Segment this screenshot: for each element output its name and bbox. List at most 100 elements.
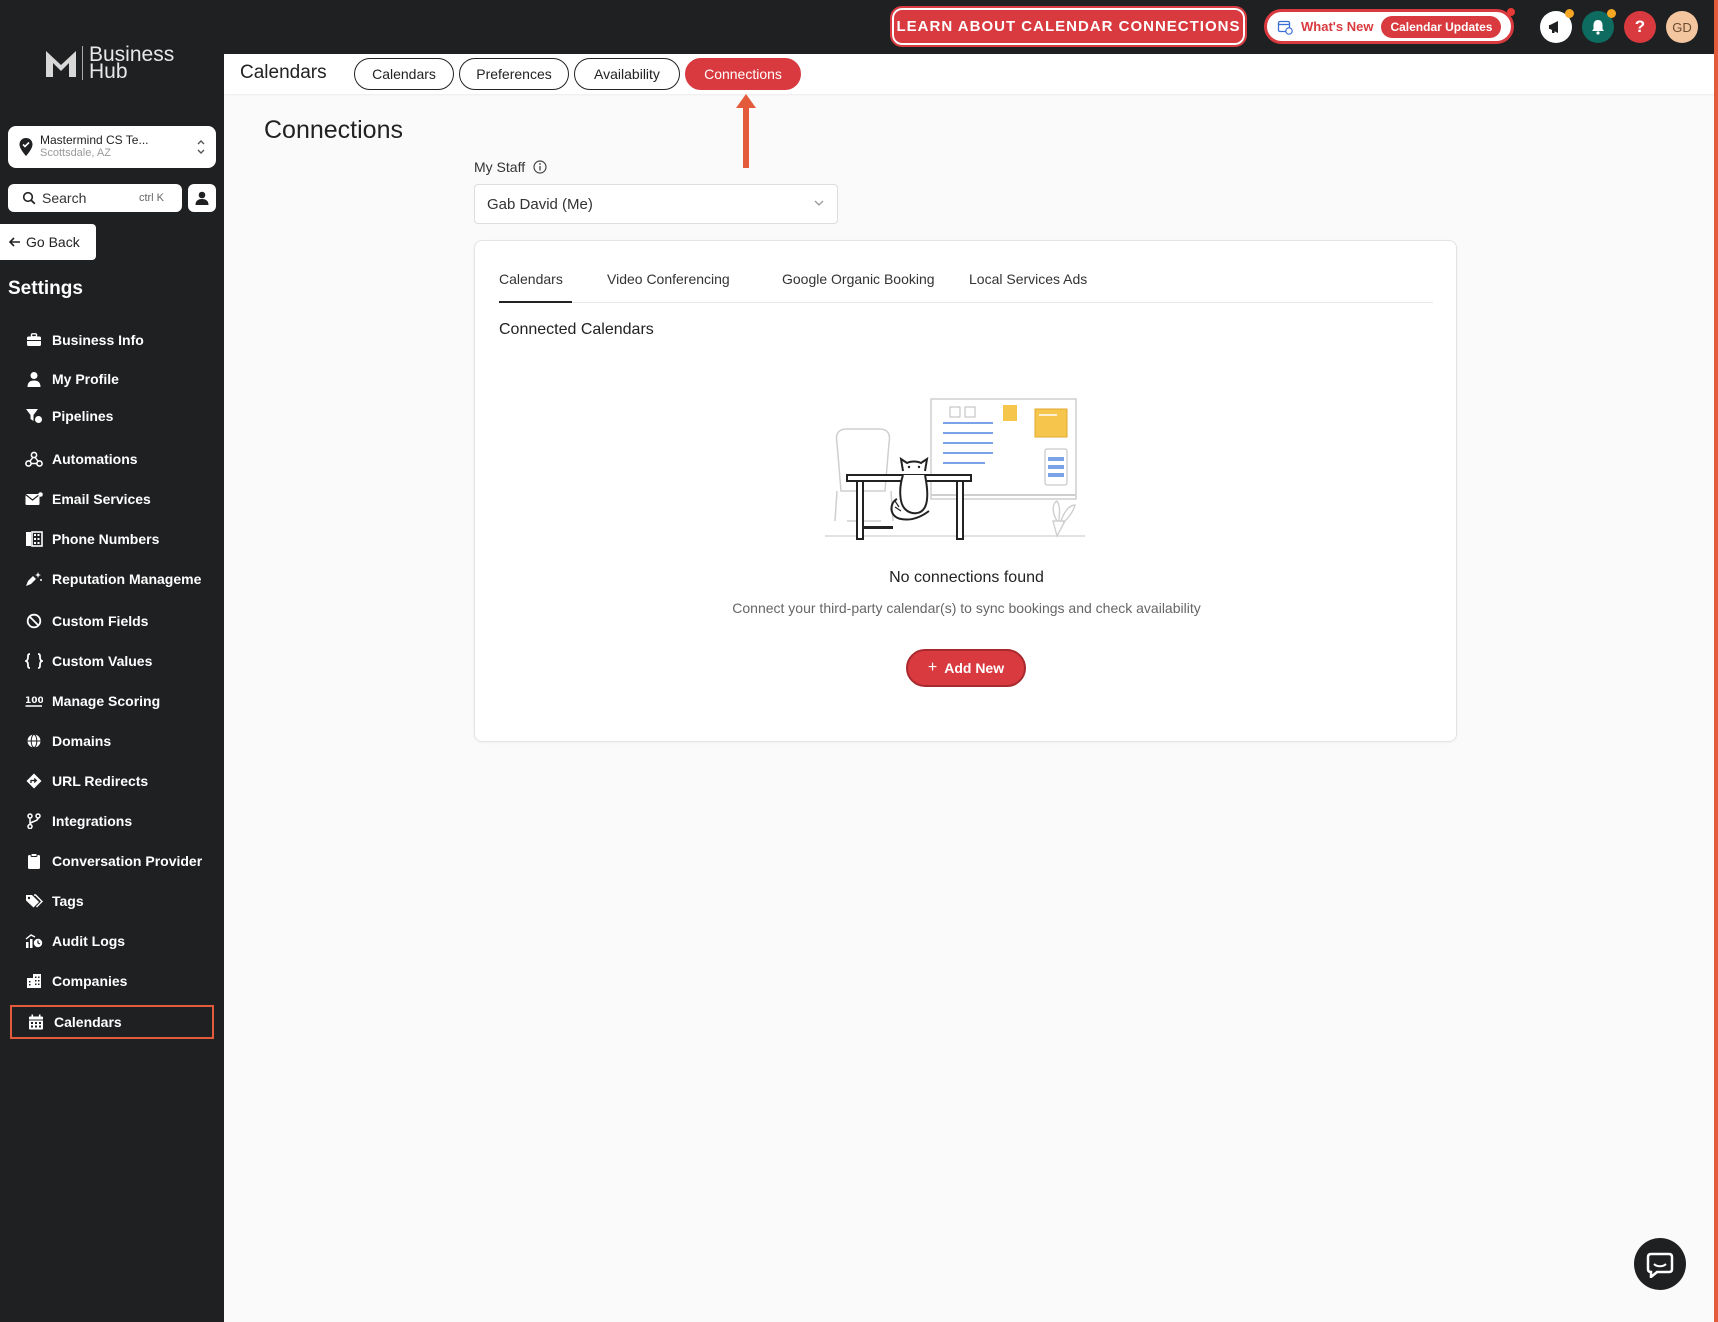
- sidebar-item-business-info[interactable]: Business Info: [24, 326, 214, 354]
- notifications-button[interactable]: [1582, 9, 1616, 43]
- audit-icon: [24, 933, 44, 949]
- avatar[interactable]: GD: [1666, 11, 1698, 43]
- user-icon: [194, 190, 210, 206]
- add-new-button[interactable]: + Add New: [906, 649, 1026, 687]
- calendar-icon: [26, 1014, 46, 1030]
- location-switcher[interactable]: Mastermind CS Te... Scottsdale, AZ: [8, 126, 216, 168]
- tab-calendars[interactable]: Calendars: [354, 58, 454, 90]
- sidebar-item-label: Integrations: [52, 813, 133, 829]
- annotation-arrow-icon: [734, 92, 758, 170]
- sidebar-item-label: Pipelines: [52, 408, 114, 424]
- sidebar-item-label: Custom Values: [52, 653, 153, 669]
- announcements-button[interactable]: [1540, 9, 1574, 43]
- sidebar-item-custom-fields[interactable]: Custom Fields: [24, 607, 214, 635]
- connected-calendars-heading: Connected Calendars: [499, 321, 654, 338]
- sidebar-item-manage-scoring[interactable]: 100 Manage Scoring: [24, 687, 214, 715]
- top-bar: LEARN ABOUT CALENDAR CONNECTIONS What's …: [0, 0, 1718, 54]
- branch-icon: [24, 813, 44, 829]
- building-icon: [24, 973, 44, 989]
- tab-preferences[interactable]: Preferences: [459, 58, 569, 90]
- logo-mark-icon: [44, 47, 78, 79]
- calendar-updates-pill[interactable]: Calendar Updates: [1381, 15, 1502, 38]
- briefcase-icon: [24, 333, 44, 347]
- chevron-down-icon: [813, 199, 825, 207]
- chat-bubble-icon: [1646, 1250, 1674, 1278]
- tab-google-organic-booking[interactable]: Google Organic Booking: [782, 271, 935, 303]
- whats-new-label: What's New: [1301, 19, 1374, 34]
- staff-select[interactable]: Gab David (Me): [474, 184, 838, 224]
- automation-icon: [24, 451, 44, 467]
- search-shortcut: ctrl K: [138, 192, 164, 204]
- sidebar-item-label: Manage Scoring: [52, 693, 161, 709]
- tab-calendars-connections[interactable]: Calendars: [499, 271, 572, 303]
- tab-local-services-ads[interactable]: Local Services Ads: [969, 271, 1087, 303]
- sidebar-item-companies[interactable]: Companies: [24, 967, 214, 995]
- sidebar-item-reputation-management[interactable]: Reputation Manageme: [24, 565, 214, 593]
- phone-book-icon: [24, 531, 44, 547]
- calendar-sync-icon: [1277, 19, 1293, 35]
- sidebar-item-label: Companies: [52, 973, 128, 989]
- business-hub-logo[interactable]: Business Hub: [44, 44, 174, 82]
- sidebar-item-email-services[interactable]: Email Services: [24, 485, 214, 513]
- connections-card: Calendars Video Conferencing Google Orga…: [474, 240, 1457, 742]
- avatar-initials: GD: [1672, 19, 1692, 35]
- star-icon: [24, 571, 44, 587]
- sidebar-item-pipelines[interactable]: Pipelines: [24, 402, 214, 430]
- sidebar-item-label: Conversation Provider: [52, 853, 203, 869]
- section-title: Calendars: [240, 62, 327, 83]
- empty-state-illustration: [825, 391, 1105, 551]
- sidebar-item-tags[interactable]: Tags: [24, 887, 214, 915]
- tags-icon: [24, 893, 44, 909]
- page-title: Connections: [264, 116, 403, 144]
- search-icon: [22, 191, 36, 205]
- sidebar-item-conversation-provider[interactable]: Conversation Provider: [24, 847, 214, 875]
- chat-widget-button[interactable]: [1634, 1238, 1686, 1290]
- sidebar-item-label: Tags: [52, 893, 84, 909]
- learn-calendar-connections-button[interactable]: LEARN ABOUT CALENDAR CONNECTIONS: [890, 6, 1247, 47]
- sidebar-item-label: Email Services: [52, 491, 151, 507]
- arrow-left-icon: [8, 235, 22, 249]
- search-button[interactable]: Search ctrl K: [8, 184, 182, 212]
- user-icon: [24, 371, 44, 387]
- sidebar-item-integrations[interactable]: Integrations: [24, 807, 214, 835]
- tab-connections[interactable]: Connections: [685, 58, 801, 90]
- braces-icon: [24, 653, 44, 669]
- page-edge-accent: [1714, 0, 1718, 1322]
- help-button[interactable]: ?: [1624, 11, 1656, 43]
- sidebar-item-domains[interactable]: Domains: [24, 727, 214, 755]
- sidebar-item-label: Calendars: [54, 1014, 122, 1030]
- location-address: Scottsdale, AZ: [40, 147, 111, 159]
- search-label: Search: [42, 190, 87, 206]
- location-name: Mastermind CS Te...: [40, 133, 149, 147]
- svg-text:100: 100: [25, 696, 43, 706]
- sidebar-item-label: URL Redirects: [52, 773, 149, 789]
- sidebar-item-label: Automations: [52, 451, 138, 467]
- score-icon: 100: [24, 694, 44, 708]
- info-icon[interactable]: [533, 160, 547, 174]
- whats-new-banner[interactable]: What's New Calendar Updates: [1264, 8, 1515, 44]
- sidebar-item-label: My Profile: [52, 371, 119, 387]
- sidebar-item-calendars[interactable]: Calendars: [10, 1005, 214, 1039]
- sidebar: Business Hub Mastermind CS Te... Scottsd…: [0, 0, 224, 1322]
- sidebar-item-my-profile[interactable]: My Profile: [24, 365, 214, 393]
- user-profile-button[interactable]: [188, 184, 216, 212]
- tag-icon: [24, 613, 44, 629]
- notification-dot: [1607, 9, 1616, 18]
- tab-availability[interactable]: Availability: [574, 58, 680, 90]
- sidebar-item-audit-logs[interactable]: Audit Logs: [24, 927, 214, 955]
- tab-video-conferencing[interactable]: Video Conferencing: [607, 271, 730, 303]
- megaphone-icon: [1547, 18, 1565, 36]
- redirect-icon: [24, 773, 44, 789]
- clipboard-icon: [24, 853, 44, 869]
- go-back-button[interactable]: Go Back: [0, 224, 96, 260]
- sidebar-item-automations[interactable]: Automations: [24, 445, 214, 473]
- connection-tabs: Calendars Video Conferencing Google Orga…: [499, 271, 1433, 303]
- sidebar-item-custom-values[interactable]: Custom Values: [24, 647, 214, 675]
- empty-state-description: Connect your third-party calendar(s) to …: [732, 600, 1201, 616]
- sidebar-item-label: Business Info: [52, 332, 144, 348]
- location-pin-icon: [18, 137, 34, 157]
- calendars-subheader: Calendars Calendars Preferences Availabi…: [224, 54, 1718, 94]
- add-new-label: Add New: [944, 660, 1005, 676]
- sidebar-item-phone-numbers[interactable]: Phone Numbers: [24, 525, 214, 553]
- sidebar-item-url-redirects[interactable]: URL Redirects: [24, 767, 214, 795]
